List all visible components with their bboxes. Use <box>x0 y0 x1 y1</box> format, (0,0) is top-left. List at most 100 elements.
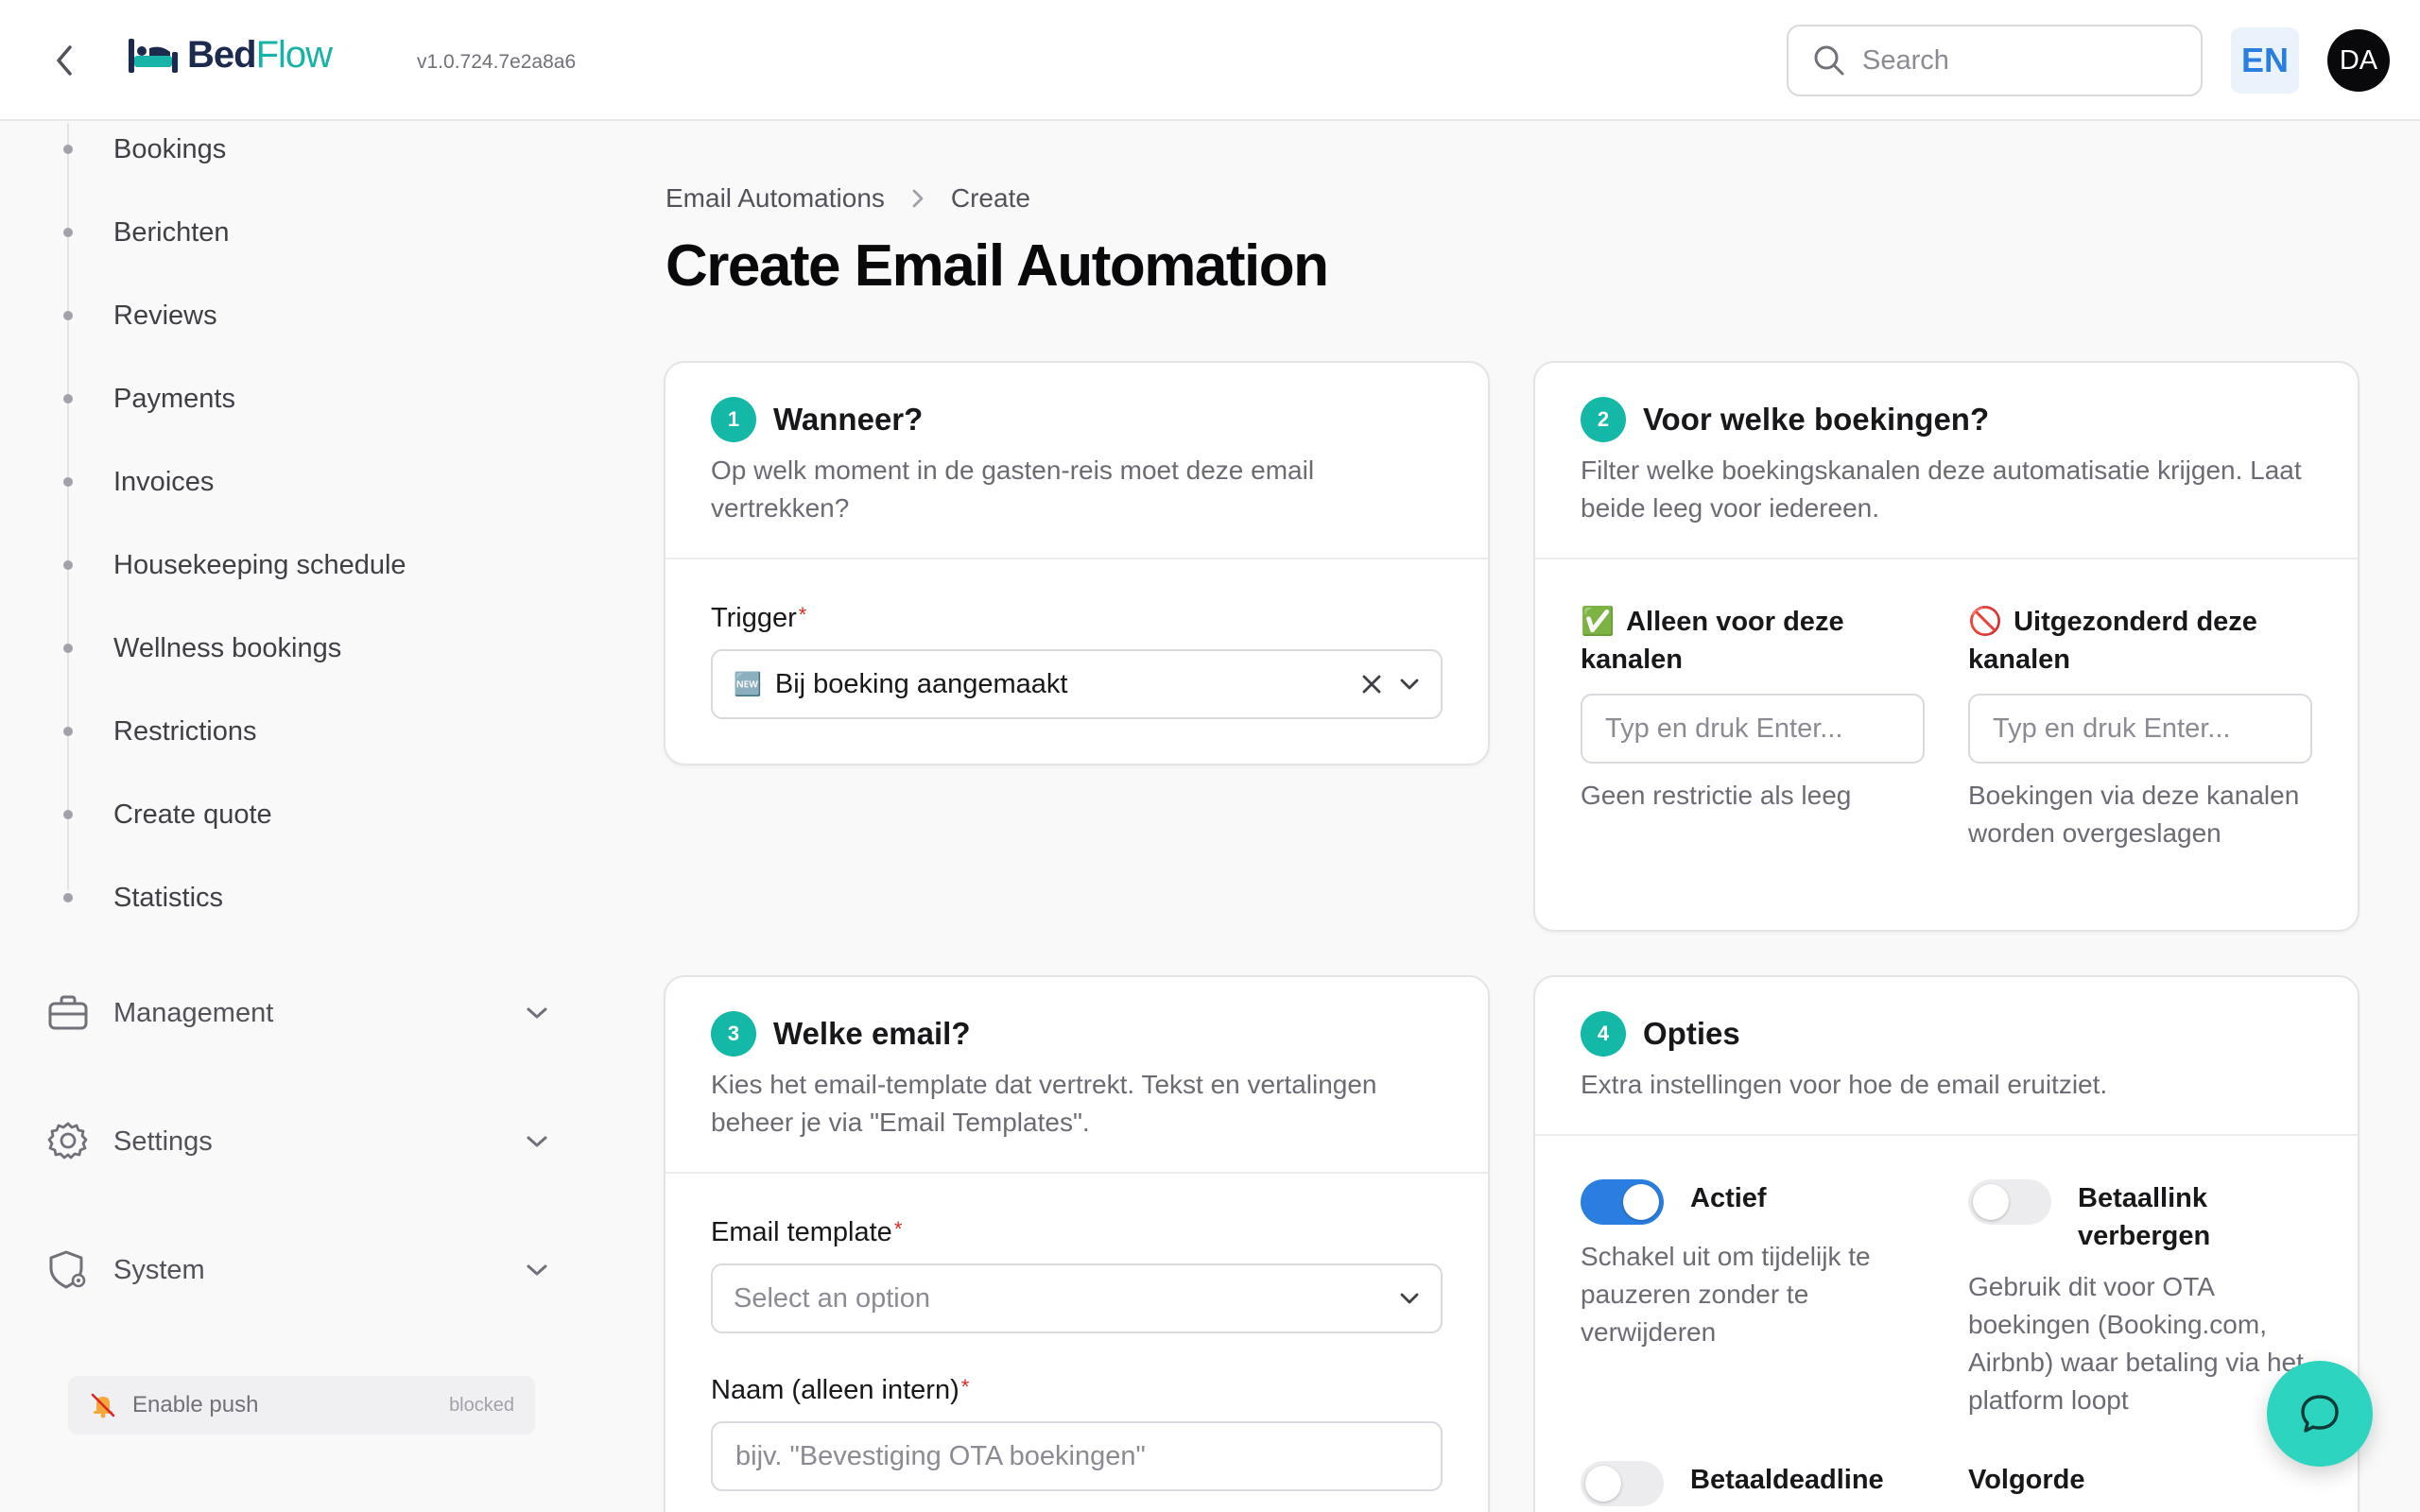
sidebar-item-bookings[interactable]: Bookings <box>0 123 567 176</box>
push-status: blocked <box>449 1394 514 1416</box>
step-badge: 2 <box>1581 397 1626 442</box>
hide-paylink-label: Betaallink verbergen <box>2078 1183 2211 1251</box>
sidebar-item-invoices[interactable]: Invoices <box>0 455 567 508</box>
sidebar-group-settings[interactable]: Settings <box>45 1111 556 1172</box>
card-description: Kies het email-template dat vertrekt. Te… <box>711 1070 1377 1137</box>
required-mark: * <box>798 603 807 627</box>
sidebar-item-statistics[interactable]: Statistics <box>0 871 567 924</box>
include-channels-input-wrap[interactable] <box>1581 694 1925 764</box>
step-badge: 4 <box>1581 1011 1626 1057</box>
active-label: Actief <box>1690 1183 1767 1213</box>
card-options: 4 Opties Extra instellingen voor hoe de … <box>1533 975 2360 1512</box>
card-header: 2 Voor welke boekingen? Filter welke boe… <box>1535 363 2358 559</box>
gear-icon <box>45 1119 91 1164</box>
chevron-down-icon <box>1399 678 1420 691</box>
user-avatar[interactable]: DA <box>2327 29 2390 92</box>
chevron-right-icon <box>911 188 925 209</box>
chevron-left-icon <box>57 45 72 76</box>
page-title: Create Email Automation <box>666 233 1329 299</box>
briefcase-icon <box>45 990 91 1036</box>
hide-paylink-toggle[interactable] <box>1968 1179 2051 1225</box>
push-label: Enable push <box>132 1392 259 1418</box>
trigger-label-text: Trigger <box>711 603 797 633</box>
email-template-label: Email template* <box>711 1217 1443 1248</box>
sidebar-item-label: Berichten <box>113 216 230 248</box>
nav-dot <box>63 477 73 487</box>
exclude-channels-input-wrap[interactable] <box>1968 694 2312 764</box>
trigger-select-value: Bij boeking aangemaakt <box>774 668 1068 699</box>
sidebar-item-label: Bookings <box>113 133 227 164</box>
sidebar-item-wellness-bookings[interactable]: Wellness bookings <box>0 622 567 675</box>
check-mark-icon: ✅ <box>1581 607 1616 637</box>
include-channels-hint: Geen restrictie als leeg <box>1581 781 1852 810</box>
nav-dot <box>63 893 73 902</box>
sidebar-item-berichten[interactable]: Berichten <box>0 206 567 259</box>
chat-button[interactable] <box>2267 1361 2373 1467</box>
sidebar-item-label: Wellness bookings <box>113 632 342 663</box>
logo-text-flow: Flow <box>255 34 333 76</box>
sidebar-group-label: System <box>113 1254 205 1285</box>
sidebar-group-system[interactable]: System <box>45 1240 556 1300</box>
email-template-select[interactable]: Select an option <box>711 1263 1443 1333</box>
email-template-placeholder: Select an option <box>734 1282 930 1314</box>
trigger-label: Trigger* <box>711 603 1443 634</box>
card-bookings-filter: 2 Voor welke boekingen? Filter welke boe… <box>1533 361 2360 932</box>
sidebar: Bookings Berichten Reviews Payments Invo… <box>0 123 586 1512</box>
search-input[interactable] <box>1862 44 2184 77</box>
exclude-channels-label-text: Uitgezonderd deze kanalen <box>1968 607 2257 675</box>
sidebar-item-create-quote[interactable]: Create quote <box>0 788 567 841</box>
card-title: Voor welke boekingen? <box>1643 402 1990 437</box>
sidebar-item-label: Create quote <box>113 799 272 830</box>
sidebar-item-label: Restrictions <box>113 715 257 747</box>
nav-dot <box>63 560 73 570</box>
active-toggle[interactable] <box>1581 1179 1664 1225</box>
sidebar-item-payments[interactable]: Payments <box>0 372 567 425</box>
internal-name-input[interactable] <box>735 1440 1418 1472</box>
sidebar-item-label: Reviews <box>113 300 217 331</box>
sidebar-item-restrictions[interactable]: Restrictions <box>0 705 567 758</box>
new-badge-icon: 🆕 <box>734 671 762 697</box>
card-title: Wanneer? <box>773 402 924 437</box>
active-hint: Schakel uit om tijdelijk te pauzeren zon… <box>1581 1242 1871 1347</box>
clear-icon[interactable] <box>1361 674 1382 695</box>
nav-dot <box>63 228 73 237</box>
language-switcher[interactable]: EN <box>2231 27 2299 94</box>
toggle-knob <box>1973 1184 2009 1220</box>
sidebar-group-management[interactable]: Management <box>45 983 556 1043</box>
option-order: Volgorde <box>1968 1461 2312 1506</box>
payment-deadline-label: Betaaldeadline <box>1690 1465 1884 1495</box>
sidebar-item-label: Payments <box>113 383 235 414</box>
nav-dot <box>63 145 73 154</box>
chevron-down-icon <box>518 1251 556 1289</box>
exclude-channels-label: 🚫 Uitgezonderd deze kanalen <box>1968 603 2312 679</box>
card-when: 1 Wanneer? Op welk moment in de gasten-r… <box>664 361 1490 765</box>
chevron-down-icon <box>518 994 556 1032</box>
breadcrumb-link-email-automations[interactable]: Email Automations <box>666 183 885 214</box>
exclude-channels-input[interactable] <box>1993 713 2288 745</box>
option-hide-paylink: Betaallink verbergen Gebruik dit voor OT… <box>1968 1179 2312 1419</box>
required-mark: * <box>893 1217 903 1241</box>
payment-deadline-toggle[interactable] <box>1581 1461 1664 1506</box>
search-box[interactable] <box>1787 25 2203 96</box>
include-channels-input[interactable] <box>1605 713 1900 745</box>
include-channels-label: ✅ Alleen voor deze kanalen <box>1581 603 1925 679</box>
internal-name-input-wrap[interactable] <box>711 1421 1443 1491</box>
nav-dot <box>63 311 73 320</box>
exclude-channels-hint: Boekingen via deze kanalen worden overge… <box>1968 781 2300 848</box>
internal-name-label-text: Naam (alleen intern) <box>711 1375 959 1405</box>
trigger-select[interactable]: 🆕 Bij boeking aangemaakt <box>711 649 1443 719</box>
breadcrumb-current: Create <box>950 183 1030 213</box>
card-header: 3 Welke email? Kies het email-template d… <box>666 977 1488 1174</box>
card-title: Welke email? <box>773 1016 971 1051</box>
nav-dot <box>63 727 73 736</box>
option-payment-deadline: Betaaldeadline <box>1581 1461 1925 1506</box>
enable-push-button[interactable]: Enable push blocked <box>68 1376 535 1435</box>
logo[interactable]: BedFlow <box>127 34 333 77</box>
back-button[interactable] <box>45 38 83 83</box>
sidebar-item-label: Invoices <box>113 466 215 497</box>
card-description: Op welk moment in de gasten-reis moet de… <box>711 455 1315 523</box>
toggle-knob <box>1623 1184 1659 1220</box>
card-title: Opties <box>1643 1016 1740 1051</box>
sidebar-item-housekeeping-schedule[interactable]: Housekeeping schedule <box>0 539 567 592</box>
sidebar-item-reviews[interactable]: Reviews <box>0 289 567 342</box>
